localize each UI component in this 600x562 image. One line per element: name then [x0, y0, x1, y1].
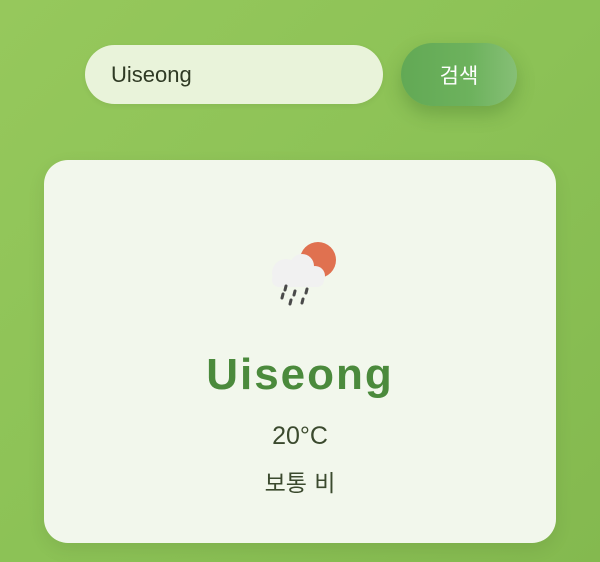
- search-button[interactable]: 검색: [401, 43, 517, 106]
- temperature: 20°C: [272, 422, 328, 450]
- search-bar[interactable]: [85, 45, 383, 104]
- cloud-sun-rain-icon: [260, 236, 340, 316]
- weather-card: Uiseong 20°C 보통 비: [44, 160, 556, 543]
- weather-description: 보통 비: [264, 471, 336, 497]
- city-name: Uiseong: [206, 350, 394, 399]
- city-search-input[interactable]: [109, 60, 359, 89]
